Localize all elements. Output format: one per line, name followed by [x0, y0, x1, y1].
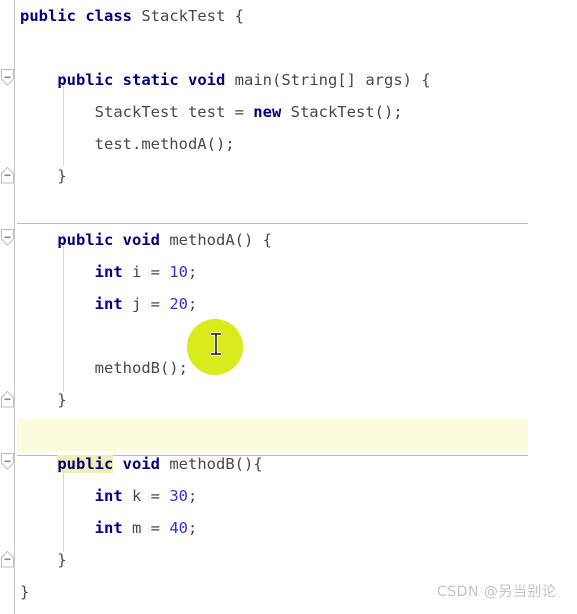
code-token: main(String[] args) { — [225, 71, 431, 89]
code-token: 30 — [169, 487, 188, 505]
code-token: 10 — [169, 263, 188, 281]
code-token: static — [122, 71, 179, 89]
code-token: int — [94, 487, 123, 505]
code-line-15[interactable]: public void methodB(){ — [0, 448, 577, 480]
code-token: 20 — [169, 295, 188, 313]
code-line-4[interactable]: StackTest test = new StackTest(); — [0, 96, 577, 128]
code-line-7[interactable] — [0, 192, 577, 224]
text-ibeam-cursor-icon — [209, 331, 223, 361]
code-line-6[interactable]: } — [0, 160, 577, 192]
csdn-watermark: CSDN @另当别论 — [437, 584, 557, 600]
code-token: public — [57, 455, 114, 473]
code-token: } — [20, 551, 67, 569]
code-editor[interactable]: public class StackTest { public static v… — [0, 0, 577, 614]
code-line-18[interactable]: } — [0, 544, 577, 576]
code-line-12[interactable]: methodB(); — [0, 352, 577, 384]
code-token: k = — [122, 487, 170, 505]
code-line-9[interactable]: int i = 10; — [0, 256, 577, 288]
code-line-2[interactable] — [0, 32, 577, 64]
code-token: int — [94, 263, 123, 281]
code-token: new — [253, 103, 282, 121]
code-token: public — [20, 7, 76, 25]
code-token: } — [20, 583, 30, 601]
code-token: } — [20, 167, 67, 185]
code-token: public — [57, 71, 114, 89]
code-line-1[interactable]: public class StackTest { — [0, 0, 577, 32]
code-line-8[interactable]: public void methodA() { — [0, 224, 577, 256]
code-token: methodB(){ — [160, 455, 263, 473]
code-line-17[interactable]: int m = 40; — [0, 512, 577, 544]
code-line-16[interactable]: int k = 30; — [0, 480, 577, 512]
code-token: ; — [188, 487, 198, 505]
code-token: int — [94, 295, 123, 313]
code-line-3[interactable]: public static void main(String[] args) { — [0, 64, 577, 96]
code-token: void — [122, 455, 160, 473]
code-token: ; — [188, 295, 198, 313]
code-line-10[interactable]: int j = 20; — [0, 288, 577, 320]
code-token: int — [94, 519, 123, 537]
code-token: test.methodA(); — [20, 135, 235, 153]
code-token: methodB(); — [20, 359, 188, 377]
code-token: public — [57, 231, 114, 249]
code-token: ; — [188, 519, 198, 537]
code-token: methodA() { — [160, 231, 272, 249]
code-line-5[interactable]: test.methodA(); — [0, 128, 577, 160]
code-token: 40 — [169, 519, 188, 537]
code-token: void — [188, 71, 226, 89]
code-token: StackTest(); — [281, 103, 403, 121]
code-token: } — [20, 391, 67, 409]
code-line-14[interactable] — [0, 416, 577, 448]
code-token: i = — [122, 263, 170, 281]
code-token: void — [122, 231, 160, 249]
code-content[interactable]: public class StackTest { public static v… — [0, 0, 577, 614]
code-line-11[interactable] — [0, 320, 577, 352]
code-line-13[interactable]: } — [0, 384, 577, 416]
code-token: ; — [188, 263, 198, 281]
code-token: StackTest { — [132, 7, 244, 25]
code-token: StackTest test = — [20, 103, 254, 121]
code-token: j = — [122, 295, 170, 313]
code-token: m = — [122, 519, 170, 537]
code-token: class — [85, 7, 133, 25]
